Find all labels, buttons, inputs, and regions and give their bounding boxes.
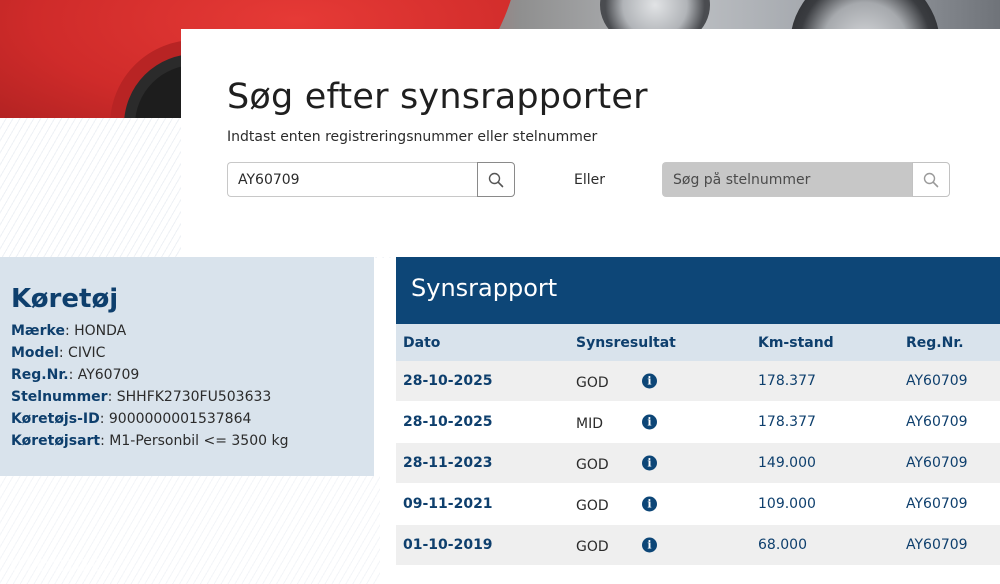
vehicle-row-type: Køretøjsart: M1-Personbil <= 3500 kg bbox=[11, 433, 289, 449]
table-row[interactable]: 09-11-2021 GOD i 109.000 AY60709 bbox=[396, 484, 1000, 525]
search-subtitle: Indtast enten registreringsnummer eller … bbox=[227, 129, 598, 145]
vehicle-value: HONDA bbox=[74, 323, 127, 339]
registration-search-button[interactable] bbox=[477, 162, 515, 197]
table-header: Dato Synsresultat Km-stand Reg.Nr. bbox=[396, 324, 1000, 361]
info-icon[interactable]: i bbox=[642, 496, 657, 512]
registration-number-input[interactable] bbox=[227, 162, 479, 197]
vehicle-key: Model bbox=[11, 345, 59, 361]
column-header-date: Dato bbox=[403, 334, 441, 351]
info-icon[interactable]: i bbox=[642, 414, 657, 430]
row-reg: AY60709 bbox=[906, 537, 968, 553]
vehicle-row-vin: Stelnummer: SHHFK2730FU503633 bbox=[11, 389, 272, 405]
vin-search-button[interactable] bbox=[912, 162, 950, 197]
inspection-report: Synsrapport Dato Synsresultat Km-stand R… bbox=[396, 257, 1000, 584]
table-body: 28-10-2025 GOD i 178.377 AY60709 28-10-2… bbox=[396, 361, 1000, 566]
row-km: 178.377 bbox=[758, 373, 816, 389]
table-row[interactable]: 28-10-2025 GOD i 178.377 AY60709 bbox=[396, 361, 1000, 402]
vehicle-value: 9000000001537864 bbox=[108, 411, 252, 427]
info-icon[interactable]: i bbox=[642, 537, 657, 553]
vin-search-input[interactable] bbox=[662, 162, 914, 197]
column-header-km: Km-stand bbox=[758, 334, 834, 351]
vehicle-row-reg: Reg.Nr.: AY60709 bbox=[11, 367, 140, 383]
row-result: GOD bbox=[576, 498, 609, 514]
row-date: 01-10-2019 bbox=[403, 537, 493, 553]
vehicle-row-id: Køretøjs-ID: 9000000001537864 bbox=[11, 411, 252, 427]
search-icon bbox=[923, 172, 939, 187]
vehicle-panel: Køretøj Mærke: HONDA Model: CIVIC Reg.Nr… bbox=[0, 257, 374, 476]
row-date: 28-10-2025 bbox=[403, 414, 493, 430]
row-reg: AY60709 bbox=[906, 414, 968, 430]
table-row[interactable]: 28-11-2023 GOD i 149.000 AY60709 bbox=[396, 443, 1000, 484]
row-result: GOD bbox=[576, 539, 609, 555]
search-card: Søg efter synsrapporter Indtast enten re… bbox=[181, 29, 1000, 257]
report-title: Synsrapport bbox=[396, 257, 1000, 324]
vehicle-row-make: Mærke: HONDA bbox=[11, 323, 127, 339]
info-icon[interactable]: i bbox=[642, 373, 657, 389]
row-km: 68.000 bbox=[758, 537, 807, 553]
page-title: Søg efter synsrapporter bbox=[227, 77, 648, 117]
table-row[interactable]: 28-10-2025 MID i 178.377 AY60709 bbox=[396, 402, 1000, 443]
row-reg: AY60709 bbox=[906, 496, 968, 512]
vehicle-row-model: Model: CIVIC bbox=[11, 345, 106, 361]
vehicle-value: SHHFK2730FU503633 bbox=[116, 389, 272, 405]
row-date: 28-11-2023 bbox=[403, 455, 493, 471]
vehicle-value: AY60709 bbox=[77, 367, 140, 383]
vehicle-key: Mærke bbox=[11, 323, 65, 339]
row-reg: AY60709 bbox=[906, 455, 968, 471]
row-result: GOD bbox=[576, 375, 609, 391]
vehicle-key: Reg.Nr. bbox=[11, 367, 69, 383]
or-label: Eller bbox=[574, 172, 605, 188]
row-date: 28-10-2025 bbox=[403, 373, 493, 389]
vehicle-key: Køretøjs-ID bbox=[11, 411, 100, 427]
vehicle-value: M1-Personbil <= 3500 kg bbox=[109, 433, 289, 449]
table-row[interactable]: 01-10-2019 GOD i 68.000 AY60709 bbox=[396, 525, 1000, 566]
watermark-logo: otomoto bbox=[10, 552, 117, 577]
row-km: 178.377 bbox=[758, 414, 816, 430]
row-date: 09-11-2021 bbox=[403, 496, 493, 512]
row-result: MID bbox=[576, 416, 603, 432]
vehicle-value: CIVIC bbox=[68, 345, 106, 361]
row-reg: AY60709 bbox=[906, 373, 968, 389]
search-icon bbox=[488, 172, 504, 187]
vehicle-key: Stelnummer bbox=[11, 389, 108, 405]
column-header-reg: Reg.Nr. bbox=[906, 334, 964, 351]
row-km: 149.000 bbox=[758, 455, 816, 471]
row-km: 109.000 bbox=[758, 496, 816, 512]
row-result: GOD bbox=[576, 457, 609, 473]
vehicle-key: Køretøjsart bbox=[11, 433, 101, 449]
column-header-result: Synsresultat bbox=[576, 334, 676, 351]
info-icon[interactable]: i bbox=[642, 455, 657, 471]
vehicle-title: Køretøj bbox=[11, 284, 119, 314]
